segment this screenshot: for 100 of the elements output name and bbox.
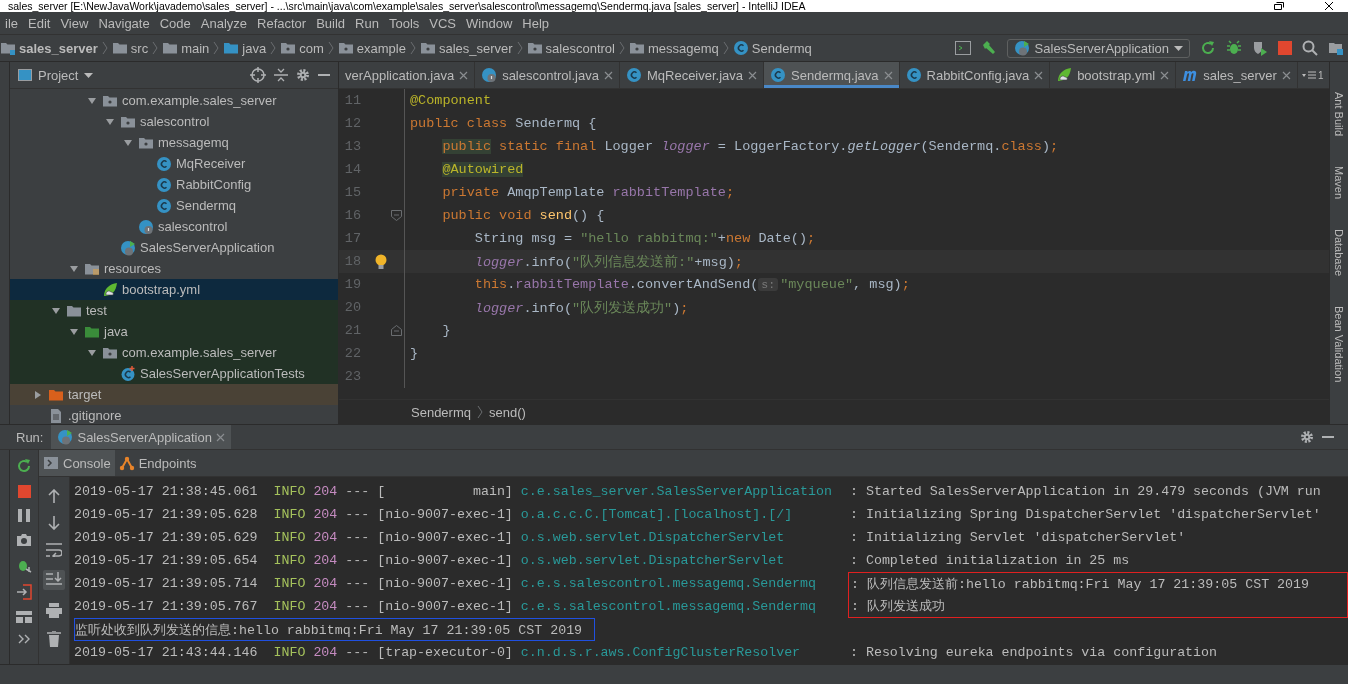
- breadcrumb[interactable]: example: [353, 40, 406, 56]
- coverage-icon[interactable]: [1252, 40, 1268, 56]
- restore-icon[interactable]: [1274, 2, 1284, 10]
- editor-tab[interactable]: RabbitConfig.java: [899, 62, 1051, 88]
- tree-item[interactable]: resources: [10, 258, 338, 279]
- editor-tab[interactable]: verApplication.java: [339, 62, 476, 88]
- logger-link[interactable]: o.a.c.c.C.[Tomcat].[localhost].[/]: [520, 503, 848, 526]
- editor-tab[interactable]: salescontrol.java: [475, 62, 620, 88]
- menu-item[interactable]: Edit: [23, 15, 56, 31]
- logger-link[interactable]: c.e.sales_server.SalesServerApplication: [520, 480, 848, 503]
- tool-window-button[interactable]: Maven: [1333, 166, 1345, 200]
- breadcrumb[interactable]: salescontrol: [542, 40, 615, 56]
- pause-icon[interactable]: [18, 509, 30, 522]
- expanded-arrow-icon[interactable]: [69, 326, 79, 337]
- print-icon[interactable]: [46, 603, 62, 618]
- project-view-dropdown[interactable]: Project: [18, 67, 94, 83]
- expanded-arrow-icon[interactable]: [123, 137, 133, 148]
- breadcrumb[interactable]: Sendermq: [748, 40, 812, 56]
- settings-icon[interactable]: [296, 68, 310, 82]
- tree-item[interactable]: SalesServerApplicationTests: [10, 363, 338, 384]
- tree-item[interactable]: bootstrap.yml: [10, 279, 338, 300]
- tree-item[interactable]: target: [10, 384, 338, 405]
- menu-item[interactable]: View: [55, 15, 94, 31]
- run-configuration-dropdown[interactable]: SalesServerApplication: [1006, 38, 1190, 58]
- breadcrumb[interactable]: main: [178, 40, 210, 56]
- menu-item[interactable]: ile: [0, 15, 23, 31]
- run-tab[interactable]: SalesServerApplication: [51, 425, 231, 449]
- breadcrumb[interactable]: messagemq: [645, 40, 719, 56]
- exit-icon[interactable]: [16, 584, 32, 600]
- expanded-arrow-icon[interactable]: [87, 95, 97, 106]
- menu-item[interactable]: Tools: [383, 15, 425, 31]
- tree-item[interactable]: messagemq: [10, 132, 338, 153]
- tab-overflow-button[interactable]: 1: [1297, 62, 1328, 88]
- console-tab[interactable]: Endpoints: [114, 450, 201, 476]
- tree-item[interactable]: com.example.sales_server: [10, 90, 338, 111]
- menu-item[interactable]: VCS: [424, 15, 462, 31]
- menu-item[interactable]: Refactor: [252, 15, 312, 31]
- breadcrumb[interactable]: src: [127, 40, 149, 56]
- tree-item[interactable]: java: [10, 321, 338, 342]
- editor-tab[interactable]: Sendermq.java: [764, 62, 900, 88]
- more-icon[interactable]: [18, 634, 30, 644]
- tree-item[interactable]: com.example.sales_server: [10, 342, 338, 363]
- menu-item[interactable]: Analyze: [195, 15, 252, 31]
- rerun-icon[interactable]: [1200, 40, 1216, 56]
- tree-item[interactable]: MqReceiver: [10, 153, 338, 174]
- expanded-arrow-icon[interactable]: [87, 347, 97, 358]
- expanded-arrow-icon[interactable]: [69, 263, 79, 274]
- tree-item[interactable]: salescontrol: [10, 111, 338, 132]
- menu-item[interactable]: Build: [311, 15, 351, 31]
- editor-tab[interactable]: sales_server: [1176, 62, 1298, 88]
- up-arrow-icon[interactable]: [48, 489, 60, 503]
- terminal-icon[interactable]: [954, 41, 971, 55]
- layout-icon[interactable]: [16, 611, 32, 623]
- search-icon[interactable]: [1302, 40, 1318, 56]
- camera-icon[interactable]: [16, 533, 32, 546]
- breadcrumb[interactable]: com: [296, 40, 324, 56]
- bug-icon[interactable]: [1226, 40, 1242, 56]
- menu-item[interactable]: Window: [461, 15, 518, 31]
- fold-icon[interactable]: [391, 325, 402, 336]
- logger-link[interactable]: o.s.web.servlet.DispatcherServlet: [520, 549, 848, 572]
- locate-icon[interactable]: [250, 67, 266, 83]
- trash-icon[interactable]: [47, 631, 61, 647]
- tree-item[interactable]: Sendermq: [10, 195, 338, 216]
- breadcrumb[interactable]: java: [239, 40, 267, 56]
- rerun-icon[interactable]: [16, 458, 32, 474]
- project-structure-icon[interactable]: [1328, 40, 1344, 56]
- scroll-to-end-icon[interactable]: [43, 570, 65, 590]
- tree-item[interactable]: SalesServerApplication: [10, 237, 338, 258]
- tool-window-button[interactable]: Database: [1333, 229, 1345, 277]
- stop-icon[interactable]: [17, 485, 31, 498]
- settings-icon[interactable]: [1300, 430, 1314, 444]
- hammer-icon[interactable]: [980, 40, 997, 56]
- menu-item[interactable]: Run: [350, 15, 384, 31]
- code-breadcrumb[interactable]: send(): [489, 404, 526, 420]
- collapsed-arrow-icon[interactable]: [33, 389, 43, 400]
- editor-tab[interactable]: bootstrap.yml: [1050, 62, 1177, 88]
- tool-window-button[interactable]: Ant Build: [1333, 92, 1345, 137]
- code-breadcrumb[interactable]: Sendermq: [411, 404, 471, 420]
- close-icon[interactable]: [1324, 2, 1334, 10]
- breadcrumb[interactable]: sales_server: [435, 40, 513, 56]
- breadcrumb[interactable]: sales_server: [16, 40, 98, 56]
- tree-item[interactable]: salescontrol: [10, 216, 338, 237]
- tree-item[interactable]: test: [10, 300, 338, 321]
- expanded-arrow-icon[interactable]: [51, 305, 61, 316]
- logger-link[interactable]: c.n.d.s.r.aws.ConfigClusterResolver: [520, 641, 848, 664]
- menu-item[interactable]: Help: [517, 15, 555, 31]
- tree-item[interactable]: RabbitConfig: [10, 174, 338, 195]
- tree-item[interactable]: .gitignore: [10, 405, 338, 424]
- tool-window-button[interactable]: Bean Validation: [1333, 306, 1345, 383]
- logger-link[interactable]: o.s.web.servlet.DispatcherServlet: [520, 526, 848, 549]
- collapse-all-icon[interactable]: [274, 68, 288, 82]
- menu-item[interactable]: Code: [154, 15, 196, 31]
- soft-wrap-icon[interactable]: [46, 543, 62, 557]
- menu-item[interactable]: Navigate: [93, 15, 155, 31]
- console-tab[interactable]: Console: [39, 450, 115, 476]
- down-arrow-icon[interactable]: [48, 516, 60, 530]
- logger-link[interactable]: c.e.s.salescontrol.messagemq.Sendermq: [520, 595, 848, 618]
- logger-link[interactable]: c.e.s.salescontrol.messagemq.Sendermq: [520, 572, 848, 595]
- expanded-arrow-icon[interactable]: [105, 116, 115, 127]
- fold-icon[interactable]: [391, 210, 402, 221]
